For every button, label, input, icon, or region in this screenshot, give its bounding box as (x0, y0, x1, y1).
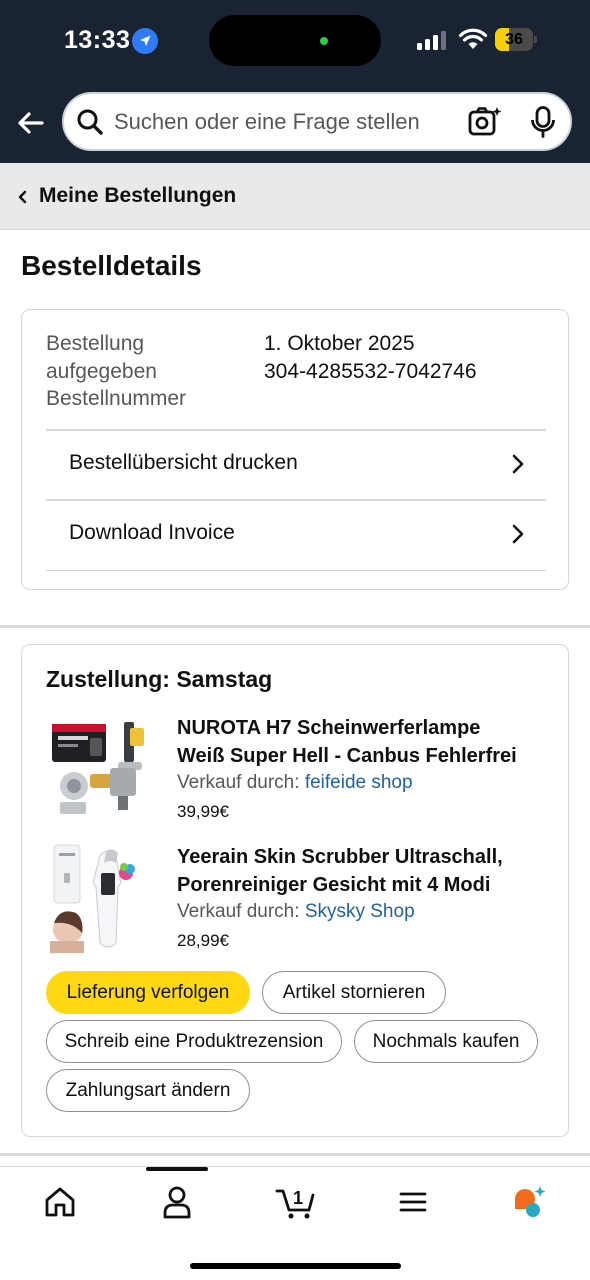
status-bar: 13:33 36 (0, 0, 590, 80)
order-number: 304-4285532-7042746 (264, 359, 477, 383)
battery-percent: 36 (505, 31, 523, 48)
seller-link[interactable]: feifeide shop (305, 772, 413, 793)
track-delivery-button[interactable]: Lieferung verfolgen (46, 971, 250, 1014)
product-title[interactable]: Yeerain Skin Scrubber Ultraschall, Poren… (177, 843, 549, 899)
search-icon (76, 108, 104, 136)
print-summary-row[interactable]: Bestellübersicht drucken (46, 429, 546, 499)
product-price: 28,99€ (177, 931, 229, 950)
download-invoice-row[interactable]: Download Invoice (46, 499, 546, 569)
product-price: 39,99€ (177, 802, 229, 821)
battery-icon: 36 (495, 28, 537, 51)
cellular-signal-icon (417, 30, 447, 50)
microphone-icon[interactable] (530, 106, 556, 138)
cart-count: 1 (293, 1188, 303, 1208)
breadcrumb[interactable]: Meine Bestellungen (0, 163, 590, 230)
print-summary-label: Bestellübersicht drucken (69, 451, 298, 474)
dynamic-island (209, 15, 381, 66)
chevron-right-icon (510, 522, 526, 546)
cart-icon[interactable]: 1 (275, 1185, 319, 1219)
cancel-item-button[interactable]: Artikel stornieren (262, 971, 446, 1014)
product-image[interactable] (46, 714, 156, 824)
seller-info: Verkauf durch: feifeide shop (177, 772, 413, 794)
search-bar[interactable] (62, 92, 572, 151)
breadcrumb-label[interactable]: Meine Bestellungen (39, 184, 236, 208)
wifi-icon (458, 27, 488, 51)
chevron-left-icon (17, 189, 29, 205)
chevron-right-icon (510, 452, 526, 476)
list-item[interactable]: Yeerain Skin Scrubber Ultraschall, Poren… (46, 843, 556, 958)
product-title-line2: Weiß Super Hell - Canbus Fehlerfrei (177, 745, 517, 767)
delivery-card: Zustellung: Samstag NUROTA H7 Scheinwerf… (21, 644, 569, 1137)
search-input[interactable] (114, 94, 464, 149)
download-invoice-label: Download Invoice (69, 521, 235, 544)
account-icon[interactable] (157, 1185, 197, 1219)
seller-prefix: Verkauf durch: (177, 901, 300, 922)
product-title-line1: Yeerain Skin Scrubber Ultraschall, (177, 846, 503, 868)
seller-prefix: Verkauf durch: (177, 772, 300, 793)
page-title: Bestelldetails (21, 250, 202, 281)
home-indicator (190, 1263, 401, 1269)
camera-search-icon[interactable] (468, 106, 502, 138)
top-header: 13:33 36 (0, 0, 590, 163)
seller-info: Verkauf durch: Skysky Shop (177, 901, 415, 923)
back-arrow-icon[interactable] (14, 106, 48, 140)
change-payment-button[interactable]: Zahlungsart ändern (46, 1069, 250, 1112)
bottom-tab-bar: 1 (0, 1166, 590, 1280)
order-info-label: Bestellung aufgegeben Bestellnummer (46, 332, 187, 410)
write-review-button[interactable]: Schreib eine Produktrezension (46, 1020, 342, 1063)
camera-indicator-icon (320, 37, 328, 45)
section-divider (0, 1153, 590, 1156)
delivery-title: Zustellung: Samstag (46, 666, 273, 692)
list-item[interactable]: NUROTA H7 Scheinwerferlampe Weiß Super H… (46, 714, 556, 829)
seller-link[interactable]: Skysky Shop (305, 901, 415, 922)
rufus-assistant-icon[interactable] (511, 1185, 551, 1219)
menu-icon[interactable] (393, 1185, 433, 1219)
buy-again-button[interactable]: Nochmals kaufen (354, 1020, 538, 1063)
location-arrow-icon (132, 28, 158, 54)
product-image[interactable] (46, 843, 156, 953)
product-title-line2: Porenreiniger Gesicht mit 4 Modi (177, 874, 491, 896)
divider (46, 570, 546, 571)
status-time: 13:33 (64, 26, 131, 54)
home-icon[interactable] (40, 1185, 80, 1219)
product-title-line1: NUROTA H7 Scheinwerferlampe (177, 717, 481, 739)
product-title[interactable]: NUROTA H7 Scheinwerferlampe Weiß Super H… (177, 714, 549, 770)
order-info-card: Bestellung aufgegeben Bestellnummer 1. O… (21, 309, 569, 590)
section-divider (0, 625, 590, 628)
active-tab-indicator (146, 1167, 208, 1171)
order-date: 1. Oktober 2025 (264, 332, 415, 355)
